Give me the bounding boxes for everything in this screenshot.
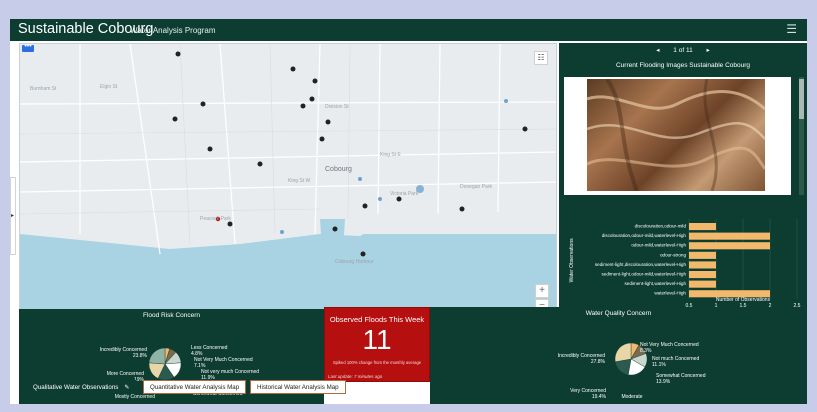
bar — [689, 271, 716, 279]
hamburger-menu-icon[interactable]: ☰ — [786, 22, 797, 36]
tab-label: Qualitative Water Observations — [33, 384, 119, 391]
map-marker — [360, 251, 366, 257]
flooding-image[interactable] — [587, 79, 765, 191]
category-label: odour-mild,waterlevel-High — [631, 243, 686, 248]
category-label: discolouration,odour-mild — [635, 224, 687, 229]
pie-slice-percent: 8.3% — [640, 348, 652, 354]
zoom-in-button[interactable]: + — [535, 284, 549, 298]
map-more-button[interactable]: ••• — [22, 44, 34, 52]
map-marker-blue — [358, 177, 362, 181]
media-title: Current Flooding Images Sustainable Cobo… — [615, 62, 751, 69]
map-marker — [227, 221, 233, 227]
pie-slice-percent: 27.8% — [591, 359, 606, 365]
dashboard-frame: Sustainable Cobourg Water Analysis Progr… — [10, 19, 807, 404]
tab-qualitative-observations[interactable]: Qualitative Water Observations ✎ — [26, 380, 137, 394]
map-marker-blue — [378, 197, 382, 201]
street-label-burnham: Burnham St — [30, 86, 57, 92]
flooding-image-frame — [564, 77, 791, 195]
map-marker — [172, 116, 178, 122]
category-label: discolouration,odour-mild,waterlevel-Hig… — [602, 233, 687, 238]
water-quality-pie-chart: Not Very Much Concerned8.3%Not much Conc… — [558, 342, 706, 400]
bar — [689, 223, 716, 231]
place-label-cobourg: Cobourg — [325, 166, 352, 173]
place-label-victoria-park: Victoria Park — [390, 191, 419, 197]
map-marker — [362, 203, 368, 209]
map-marker-blue — [504, 99, 508, 103]
category-label: sediment-light,waterlevel-High — [624, 281, 686, 286]
pie-slice-percent: 11.1% — [652, 362, 666, 368]
flood-indicator-title: Observed Floods This Week — [329, 315, 425, 324]
map-marker — [325, 119, 331, 125]
observations-bar-chart: 0.5 1 1.5 2 2.5discolouration,odour-milddisc… — [569, 219, 801, 309]
map-marker — [312, 78, 318, 84]
bar — [689, 251, 716, 259]
water-quality-title: Water Quality Concern — [585, 310, 652, 317]
map-marker — [200, 101, 206, 107]
map-marker — [319, 136, 325, 142]
flood-change-note: Spiked 100% change from the monthly aver… — [332, 360, 422, 365]
category-label: waterlevel-High — [654, 291, 686, 296]
place-label-donegan-park: Donegan Park — [460, 184, 492, 190]
street-label-king-w: King St W — [288, 178, 311, 184]
map-marker — [257, 161, 263, 167]
bar — [689, 232, 770, 240]
map-marker — [332, 226, 338, 232]
water-quality-panel: Water Quality Concern Not Very Much Conc… — [430, 307, 807, 404]
x-axis-label: Number of Observations — [716, 297, 771, 303]
image-pager: ◂ 1 of 11 ▸ — [559, 46, 807, 54]
map-marker — [396, 196, 402, 202]
bar — [689, 280, 716, 288]
place-label-peacock-park: Peacock Park — [200, 216, 231, 222]
page-indicator: 1 of 11 — [673, 47, 693, 54]
observed-floods-indicator: Observed Floods This Week 11 Spiked 100%… — [324, 307, 430, 382]
observations-bar-chart-panel: 0.5 1 1.5 2 2.5 discolouration,odour-mild disc… — [559, 195, 807, 309]
street-label-king-e: King St E — [380, 152, 401, 158]
tab-label: Quantitative Water Analysis Map — [150, 384, 240, 391]
tab-quantitative-map[interactable]: Quantitative Water Analysis Map — [143, 380, 247, 394]
map-marker — [309, 96, 315, 102]
category-label: sediment-light,discolouration,waterlevel… — [595, 262, 687, 267]
map-marker-blue — [280, 230, 284, 234]
pie-slice-percent: 13.9% — [656, 379, 671, 385]
next-image-button[interactable]: ▸ — [707, 47, 710, 54]
flood-count: 11 — [362, 324, 392, 355]
category-label: sediment-light,odour-mild,waterlevel-Hig… — [601, 272, 686, 277]
bar — [689, 242, 770, 250]
flood-risk-title: Flood Risk Concern — [142, 312, 201, 319]
map-marker — [290, 66, 296, 72]
bar — [689, 261, 716, 269]
map-marker — [207, 146, 213, 152]
side-panel-handle[interactable]: ▸ — [10, 177, 16, 255]
y-axis-label: Water Observations — [569, 238, 575, 282]
prev-image-button[interactable]: ◂ — [656, 47, 659, 54]
pie-slice — [148, 347, 166, 365]
chevron-right-icon: ▸ — [11, 213, 15, 219]
water-texture — [587, 79, 765, 191]
pie-slice-label: Moderate — [621, 394, 642, 400]
map-marker — [175, 51, 181, 57]
pie-slice-label: Mostly Concerned — [115, 394, 156, 400]
place-label-harbour: Cobourg Harbour — [335, 259, 374, 265]
map-marker — [300, 103, 306, 109]
header-bar: Sustainable Cobourg Water Analysis Progr… — [10, 19, 807, 41]
pencil-icon[interactable]: ✎ — [124, 385, 129, 391]
legend-list-icon[interactable]: ☷ — [534, 51, 548, 65]
tab-historical-map[interactable]: Historical Water Analysis Map — [250, 380, 346, 394]
map-view[interactable]: Cobourg Victoria Park Cobourg Harbour Pe… — [19, 43, 557, 327]
pie-slice-percent: 19.4% — [592, 394, 607, 400]
media-scrollbar[interactable] — [799, 77, 804, 195]
street-label-division: Division St — [325, 104, 349, 110]
scrollbar-thumb[interactable] — [799, 79, 804, 119]
app-subtitle: Water Analysis Program — [130, 26, 216, 35]
pie-slice-percent: 23.8% — [133, 353, 148, 359]
map-marker — [522, 126, 528, 132]
media-panel: ◂ 1 of 11 ▸ Current Flooding Images Sust… — [559, 43, 807, 213]
pie-slice — [614, 342, 632, 363]
street-label-elgin: Elgin St — [100, 84, 118, 90]
tab-label: Historical Water Analysis Map — [257, 384, 339, 391]
flood-last-update: Last update: 7 minutes ago — [328, 374, 383, 379]
category-label: odour-strong — [660, 252, 686, 257]
map-marker — [459, 206, 465, 212]
